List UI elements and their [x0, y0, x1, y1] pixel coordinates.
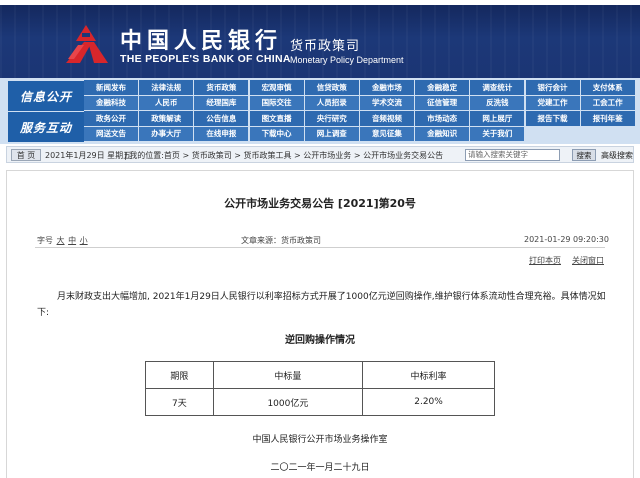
nav-section-info[interactable]: 信息公开	[8, 81, 84, 111]
nav-item[interactable]: 关于我们	[470, 126, 525, 142]
main-nav: 信息公开 服务互动 新闻发布 法律法规 货币政策 宏观审慎 信贷政策 金融市场 …	[0, 78, 640, 144]
nav-row: 政务公开 政策解读 公告信息 图文直播 央行研究 音频视频 市场动态 网上展厅 …	[84, 111, 636, 127]
nav-item[interactable]: 宏观审慎	[249, 80, 304, 96]
font-size-medium[interactable]: 中	[68, 236, 76, 245]
nav-item[interactable]: 金融稳定	[415, 80, 470, 96]
nav-item[interactable]: 央行研究	[304, 111, 359, 127]
print-page-link[interactable]: 打印本页	[529, 255, 561, 266]
nav-item[interactable]: 音频视频	[359, 111, 414, 127]
nav-item[interactable]: 货币政策	[194, 80, 249, 96]
table-header: 中标利率	[362, 361, 495, 389]
table-title: 逆回购操作情况	[285, 335, 355, 346]
nav-item[interactable]: 人民币	[139, 95, 194, 111]
nav-item[interactable]: 反洗钱	[470, 95, 525, 111]
current-date: 2021年1月29日 星期五	[45, 151, 132, 160]
article-title: 公开市场业务交易公告 [2021]第20号	[224, 197, 416, 210]
meta-divider	[35, 247, 605, 248]
nav-item[interactable]: 在线申报	[194, 126, 249, 142]
department-name-en: Monetary Policy Department	[290, 55, 404, 65]
nav-item[interactable]: 调查统计	[470, 80, 525, 96]
font-size-label: 字号	[37, 236, 53, 245]
table-cell: 7天	[145, 388, 214, 416]
bank-name-cn: 中国人民银行	[120, 28, 283, 54]
table-cell: 2.20%	[362, 388, 495, 416]
nav-item[interactable]: 下载中心	[249, 126, 304, 142]
nav-grid: 新闻发布 法律法规 货币政策 宏观审慎 信贷政策 金融市场 金融稳定 调查统计 …	[84, 80, 636, 142]
pboc-logo-icon	[66, 25, 108, 63]
breadcrumb-bar: 首 页 2021年1月29日 星期五 | 我的位置:首页 > 货币政策司 > 货…	[6, 146, 634, 163]
article-datetime: 2021-01-29 09:20:30	[524, 235, 609, 244]
nav-item[interactable]: 网上调查	[304, 126, 359, 142]
nav-item[interactable]: 支付体系	[580, 80, 635, 96]
nav-item[interactable]: 金融市场	[359, 80, 414, 96]
nav-item[interactable]: 金融知识	[415, 126, 470, 142]
operation-table: 期限 中标量 中标利率 7天 1000亿元 2.20%	[145, 361, 495, 416]
nav-item[interactable]: 征信管理	[415, 95, 470, 111]
font-size-large[interactable]: 大	[57, 236, 65, 245]
search-button[interactable]: 搜索	[572, 149, 596, 161]
nav-item[interactable]: 国际交往	[249, 95, 304, 111]
nav-item[interactable]: 网上展厅	[470, 111, 525, 127]
nav-item[interactable]: 经理国库	[194, 95, 249, 111]
font-size-selector: 字号 大 中 小	[37, 235, 88, 246]
article-panel: 公开市场业务交易公告 [2021]第20号 字号 大 中 小 文章来源：货币政策…	[6, 170, 634, 478]
nav-row: 网送文告 办事大厅 在线申报 下载中心 网上调查 意见征集 金融知识 关于我们	[84, 126, 636, 142]
nav-item[interactable]: 市场动态	[415, 111, 470, 127]
nav-item[interactable]: 工会工作	[580, 95, 635, 111]
table-header-row: 期限 中标量 中标利率	[145, 361, 495, 389]
nav-item[interactable]: 党建工作	[525, 95, 580, 111]
nav-item[interactable]: 图文直播	[249, 111, 304, 127]
nav-item[interactable]: 法律法规	[139, 80, 194, 96]
nav-item[interactable]: 人员招录	[304, 95, 359, 111]
home-button[interactable]: 首 页	[11, 149, 41, 161]
department-name-cn: 货币政策司	[290, 39, 361, 54]
nav-item[interactable]: 政务公开	[84, 111, 138, 127]
font-size-small[interactable]: 小	[80, 236, 88, 245]
nav-item[interactable]: 银行会计	[525, 80, 580, 96]
close-window-link[interactable]: 关闭窗口	[572, 255, 604, 266]
nav-item[interactable]: 信贷政策	[304, 80, 359, 96]
sign-date: 二〇二一年一月二十九日	[270, 463, 370, 473]
nav-row: 新闻发布 法律法规 货币政策 宏观审慎 信贷政策 金融市场 金融稳定 调查统计 …	[84, 80, 636, 96]
nav-item[interactable]: 新闻发布	[84, 80, 138, 96]
nav-item[interactable]: 金融科技	[84, 95, 138, 111]
nav-item[interactable]: 意见征集	[359, 126, 414, 142]
article-body: 月末财政支出大幅增加, 2021年1月29日人民银行以利率招标方式开展了1000…	[37, 292, 606, 318]
table-header: 中标量	[212, 361, 364, 389]
nav-item[interactable]: 公告信息	[194, 111, 249, 127]
breadcrumb[interactable]: | 我的位置:首页 > 货币政策司 > 货币政策工具 > 公开市场业务 > 公开…	[124, 150, 443, 161]
advanced-search-link[interactable]: 高级搜索	[601, 150, 633, 161]
nav-item[interactable]: 学术交流	[359, 95, 414, 111]
bank-name-en: THE PEOPLE'S BANK OF CHINA	[120, 53, 291, 65]
search-input[interactable]: 请输入搜索关键字	[465, 149, 560, 161]
nav-item[interactable]: 报告下载	[525, 111, 580, 127]
nav-item[interactable]: 网送文告	[84, 126, 138, 142]
site-header: 中国人民银行 THE PEOPLE'S BANK OF CHINA 货币政策司 …	[0, 5, 640, 78]
article-source: 文章来源：货币政策司	[241, 236, 321, 245]
signature: 中国人民银行公开市场业务操作室	[252, 435, 388, 445]
nav-item[interactable]: 政策解读	[139, 111, 194, 127]
table-row: 7天 1000亿元 2.20%	[145, 388, 495, 416]
table-cell: 1000亿元	[212, 388, 364, 416]
nav-item[interactable]: 报刊年鉴	[580, 111, 635, 127]
nav-row: 金融科技 人民币 经理国库 国际交往 人员招录 学术交流 征信管理 反洗钱 党建…	[84, 95, 636, 111]
nav-section-service[interactable]: 服务互动	[8, 112, 84, 142]
table-header: 期限	[145, 361, 214, 389]
nav-item[interactable]: 办事大厅	[139, 126, 194, 142]
